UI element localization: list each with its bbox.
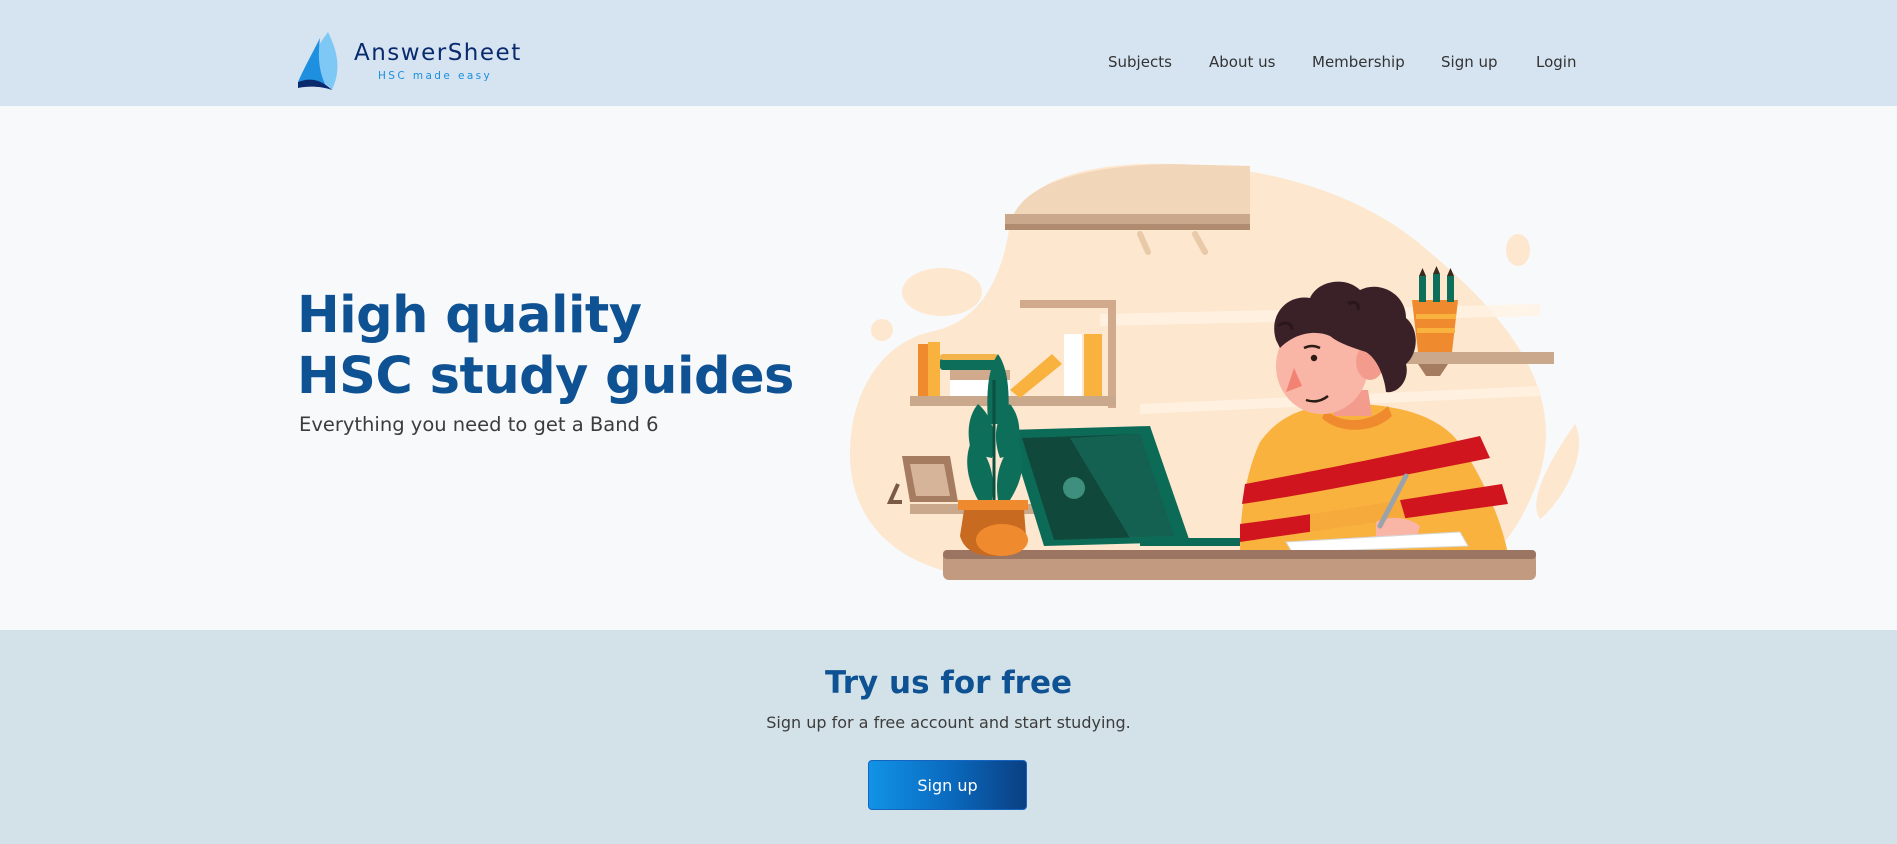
hero-title-line1: High quality [297, 286, 642, 345]
nav-link-about-us[interactable]: About us [1209, 53, 1275, 71]
cta-subtitle: Sign up for a free account and start stu… [766, 713, 1131, 732]
hero-section: High quality HSC study guides Everything… [0, 106, 1897, 630]
student-studying-illustration [850, 163, 1580, 580]
main-nav: Subjects About us Membership Sign up Log… [0, 53, 1897, 73]
cta-section: Try us for free Sign up for a free accou… [0, 630, 1897, 844]
hero-title: High quality HSC study guides [297, 285, 794, 407]
cta-sign-up-button[interactable]: Sign up [868, 760, 1027, 810]
cta-title: Try us for free [824, 665, 1073, 701]
site-header: AnswerSheet HSC made easy Subjects About… [0, 0, 1897, 106]
nav-link-sign-up[interactable]: Sign up [1441, 53, 1498, 71]
hero-subtitle: Everything you need to get a Band 6 [299, 413, 659, 436]
nav-link-membership[interactable]: Membership [1312, 53, 1405, 71]
nav-link-subjects[interactable]: Subjects [1108, 53, 1172, 71]
nav-link-login[interactable]: Login [1536, 53, 1576, 71]
hero-title-line2: HSC study guides [297, 347, 794, 406]
